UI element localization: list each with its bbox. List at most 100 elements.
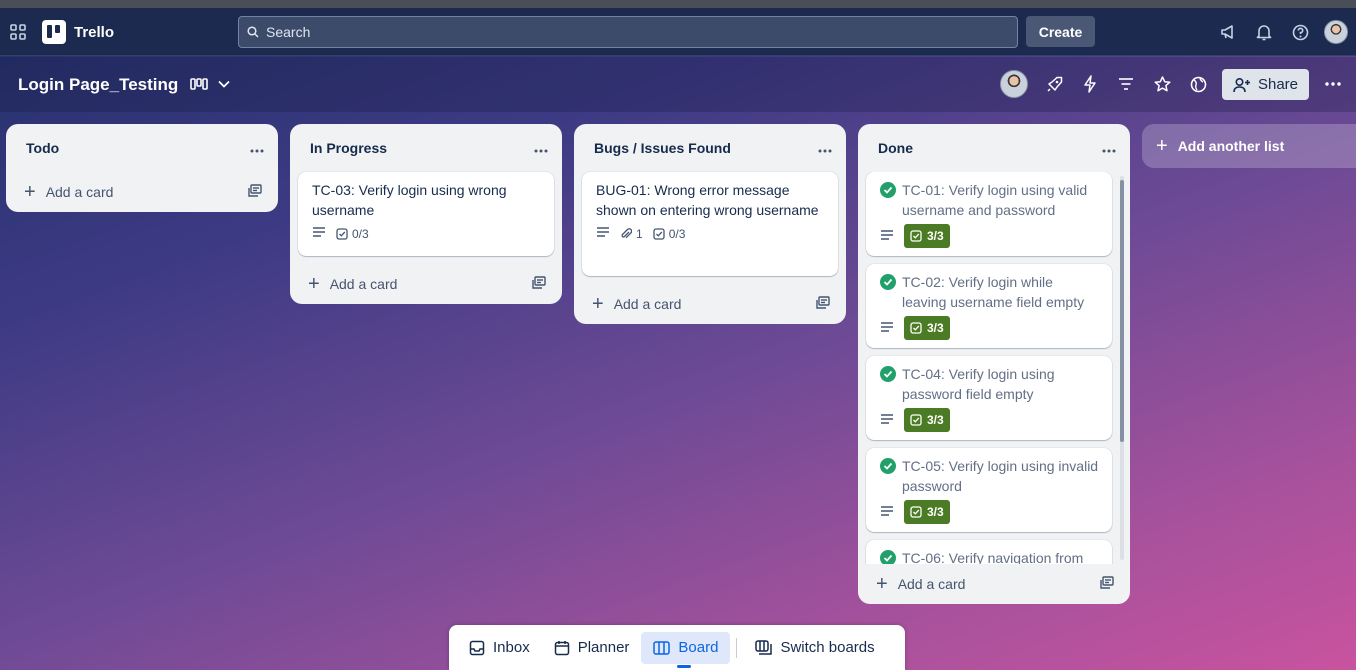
create-from-template-icon[interactable] — [816, 296, 830, 312]
chevron-down-icon[interactable] — [214, 73, 234, 95]
list-in-progress: In Progress TC-03: Verify login using wr… — [290, 124, 562, 304]
card-title: TC-04: Verify login using password field… — [902, 366, 1055, 402]
card-title: TC-01: Verify login using valid username… — [902, 182, 1088, 218]
add-card-button[interactable]: + Add a card — [308, 274, 397, 294]
nav-planner-label: Planner — [577, 639, 630, 656]
complete-check-icon[interactable] — [880, 458, 896, 474]
complete-check-icon[interactable] — [880, 182, 896, 198]
nav-board[interactable]: Board — [641, 631, 731, 668]
checklist-count: 0/3 — [352, 226, 369, 241]
complete-check-icon[interactable] — [880, 274, 896, 290]
trello-logo[interactable]: Trello — [42, 20, 114, 44]
list-menu-icon[interactable] — [534, 140, 548, 156]
description-icon — [596, 226, 610, 241]
trello-logo-icon — [42, 20, 66, 44]
card[interactable]: TC-02: Verify login while leaving userna… — [866, 264, 1112, 348]
add-card-button[interactable]: + Add a card — [592, 294, 681, 314]
automation-icon[interactable] — [1078, 72, 1102, 96]
description-icon — [880, 321, 894, 336]
globe-icon[interactable] — [1186, 72, 1210, 96]
star-icon[interactable] — [1150, 72, 1174, 96]
bottom-navigation: Inbox Planner Board Switch boards — [449, 625, 905, 670]
list-title[interactable]: Bugs / Issues Found — [594, 140, 731, 156]
card-title-row: TC-06: Verify navigation from — [880, 548, 1100, 564]
checklist-icon — [336, 227, 348, 240]
calendar-icon — [554, 640, 569, 655]
add-card-button[interactable]: + Add a card — [24, 182, 113, 202]
megaphone-icon[interactable] — [1216, 20, 1240, 44]
rocket-icon[interactable] — [1042, 72, 1066, 96]
nav-planner[interactable]: Planner — [542, 632, 642, 664]
card[interactable]: TC-01: Verify login using valid username… — [866, 172, 1112, 256]
help-icon[interactable] — [1288, 20, 1312, 44]
card-badges: 3/3 — [880, 224, 1100, 248]
description-icon — [880, 505, 894, 520]
complete-check-icon[interactable] — [880, 550, 896, 564]
window-top-strip — [0, 0, 1356, 8]
list-header: Todo — [6, 124, 278, 172]
plus-icon: + — [1156, 135, 1168, 157]
search-placeholder: Search — [266, 24, 311, 40]
checklist-icon — [910, 506, 922, 518]
card-title: TC-06: Verify navigation from — [902, 550, 1084, 564]
more-options-icon[interactable] — [1320, 72, 1346, 96]
plus-icon: + — [308, 273, 320, 295]
list-header: Bugs / Issues Found — [574, 124, 846, 172]
complete-check-icon[interactable] — [880, 366, 896, 382]
add-card-button[interactable]: + Add a card — [876, 574, 965, 594]
search-input[interactable]: Search — [238, 16, 1018, 48]
inbox-icon — [469, 640, 485, 655]
add-list-label: Add another list — [1177, 138, 1285, 154]
list-scrollbar-thumb[interactable] — [1120, 180, 1124, 442]
add-another-list-button[interactable]: + Add another list — [1142, 124, 1356, 168]
card[interactable]: TC-05: Verify login using invalid passwo… — [866, 448, 1112, 532]
list-title[interactable]: In Progress — [310, 140, 387, 156]
checklist-count: 3/3 — [927, 413, 944, 427]
card[interactable]: TC-04: Verify login using password field… — [866, 356, 1112, 440]
active-indicator — [677, 664, 692, 668]
done-cards-container: TC-01: Verify login using valid username… — [858, 172, 1120, 564]
nav-switch-boards[interactable]: Switch boards — [743, 632, 886, 664]
bell-icon[interactable] — [1252, 20, 1276, 44]
filter-icon[interactable] — [1114, 72, 1138, 96]
checklist-count: 0/3 — [668, 226, 686, 241]
card-title: TC-05: Verify login using invalid passwo… — [902, 458, 1099, 494]
checklist-icon — [653, 227, 665, 240]
list-title[interactable]: Todo — [26, 140, 59, 156]
share-button[interactable]: Share — [1222, 69, 1309, 100]
create-from-template-icon[interactable] — [532, 276, 546, 292]
switch-boards-icon — [755, 640, 773, 655]
list-title[interactable]: Done — [878, 140, 913, 156]
create-from-template-icon[interactable] — [248, 184, 262, 200]
app-switcher-icon[interactable] — [8, 20, 28, 44]
card[interactable]: TC-06: Verify navigation from — [866, 540, 1112, 564]
card[interactable]: TC-03: Verify login using wrong username… — [298, 172, 554, 256]
checklist-icon — [910, 322, 922, 334]
app-name: Trello — [74, 23, 115, 41]
user-avatar[interactable] — [1324, 20, 1348, 44]
checklist-icon — [910, 414, 922, 426]
add-card-label: Add a card — [613, 296, 682, 312]
list-header: In Progress — [290, 124, 562, 172]
create-from-template-icon[interactable] — [1100, 576, 1114, 592]
card[interactable]: BUG-01: Wrong error message shown on ent… — [582, 172, 838, 276]
top-navigation-bar: Trello Search Create — [0, 8, 1356, 56]
card-title: BUG-01: Wrong error message shown on ent… — [596, 182, 819, 218]
card-title-row: TC-02: Verify login while leaving userna… — [880, 272, 1100, 312]
nav-inbox[interactable]: Inbox — [457, 632, 542, 664]
list-menu-icon[interactable] — [818, 140, 832, 156]
add-card-row: + Add a card — [290, 264, 562, 304]
list-menu-icon[interactable] — [250, 140, 264, 156]
board-member-avatar[interactable] — [1000, 70, 1028, 98]
attachment-count: 1 — [636, 226, 643, 241]
checklist-icon — [910, 230, 922, 242]
board-title[interactable]: Login Page_Testing — [18, 75, 178, 95]
board-header: Login Page_Testing Share — [0, 57, 1356, 112]
card-title-row: TC-01: Verify login using valid username… — [880, 180, 1100, 220]
create-button[interactable]: Create — [1026, 16, 1095, 47]
board-view-icon[interactable] — [188, 73, 210, 95]
nav-switch-boards-label: Switch boards — [780, 639, 875, 656]
add-card-row: + Add a card — [858, 564, 1130, 604]
list-menu-icon[interactable] — [1102, 140, 1116, 156]
checklist-complete-badge: 3/3 — [904, 408, 950, 432]
